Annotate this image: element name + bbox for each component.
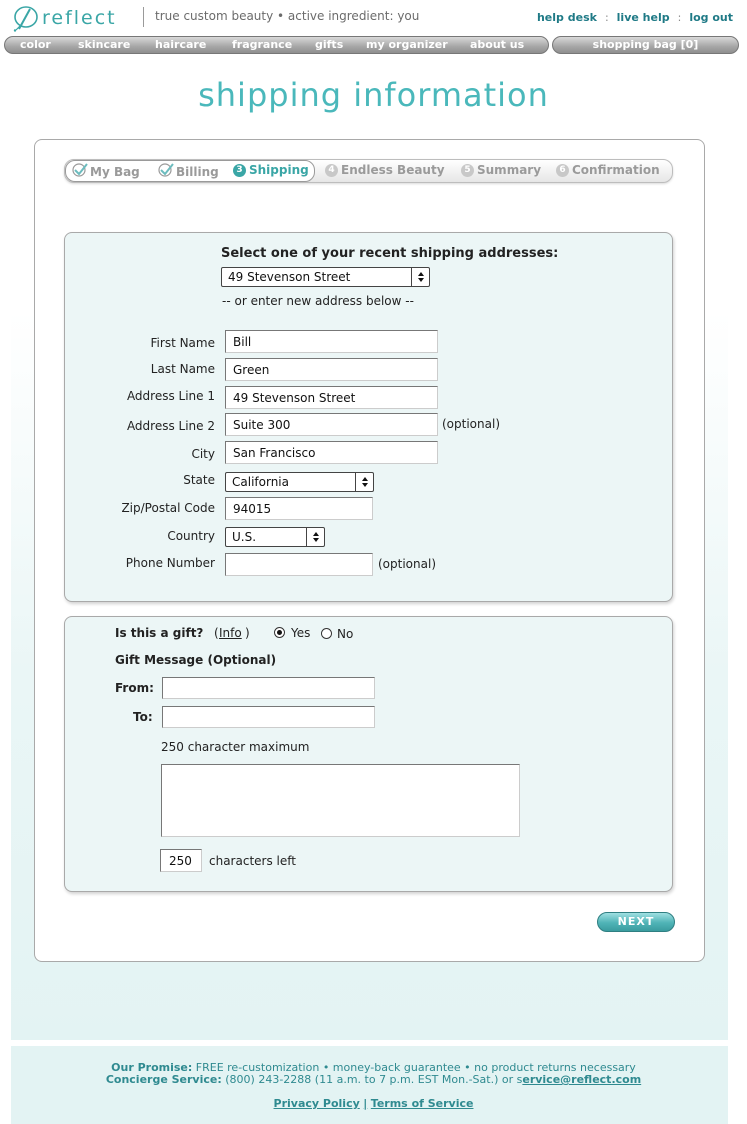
link-separator: : xyxy=(677,11,682,24)
step-label: Shipping xyxy=(249,163,309,177)
terms-of-service-link[interactable]: Terms of Service xyxy=(371,1097,474,1110)
step-my-bag[interactable]: My Bag xyxy=(72,163,140,180)
gift-to-label: To: xyxy=(133,710,153,724)
gift-from-input[interactable] xyxy=(162,677,375,699)
select-arrows-icon xyxy=(355,473,373,491)
nav-about-us[interactable]: about us xyxy=(470,38,524,51)
concierge-line: Concierge Service: (800) 243-2288 (11 a.… xyxy=(0,1073,747,1086)
address-line-2-input[interactable]: Suite 300 xyxy=(225,413,438,436)
address-line-1-label: Address Line 1 xyxy=(126,389,215,403)
step-billing[interactable]: Billing xyxy=(158,163,219,180)
last-name-input[interactable]: Green xyxy=(225,358,438,381)
country-select[interactable]: U.S. xyxy=(225,527,325,547)
log-out-link[interactable]: log out xyxy=(689,11,733,24)
phone-label: Phone Number xyxy=(125,556,215,570)
header-divider xyxy=(143,7,144,27)
live-help-link[interactable]: live help xyxy=(617,11,670,24)
last-name-label: Last Name xyxy=(150,362,215,376)
step-number: 3 xyxy=(233,163,246,177)
address-line-2-optional: (optional) xyxy=(442,417,500,431)
city-input[interactable]: San Francisco xyxy=(225,441,438,464)
logo-swirl-icon xyxy=(10,4,40,32)
help-desk-link[interactable]: help desk xyxy=(537,11,597,24)
nav-fragrance[interactable]: fragrance xyxy=(232,38,292,51)
zip-input[interactable]: 94015 xyxy=(225,497,373,520)
step-confirmation: 6 Confirmation xyxy=(556,163,660,177)
next-button[interactable]: NEXT xyxy=(597,912,675,932)
address-line-1-input[interactable]: 49 Stevenson Street xyxy=(225,386,438,409)
step-summary: 5 Summary xyxy=(461,163,541,177)
step-number: 6 xyxy=(556,163,569,177)
step-label: Confirmation xyxy=(572,163,660,177)
nav-haircare[interactable]: haircare xyxy=(155,38,206,51)
select-arrows-icon xyxy=(411,268,429,286)
first-name-label: First Name xyxy=(150,336,215,350)
nav-gifts[interactable]: gifts xyxy=(315,38,343,51)
step-label: Summary xyxy=(477,163,542,177)
first-name-input[interactable]: Bill xyxy=(225,330,438,353)
recent-address-prompt: Select one of your recent shipping addre… xyxy=(221,246,559,261)
state-value: California xyxy=(232,475,289,489)
gift-max-note: 250 character maximum xyxy=(161,740,310,754)
logo-text: reflect xyxy=(42,7,117,29)
utility-links: help desk : live help : log out xyxy=(537,11,733,24)
recent-address-select[interactable]: 49 Stevenson Street xyxy=(221,267,430,287)
characters-left-label: characters left xyxy=(209,854,296,868)
step-number: 4 xyxy=(325,163,338,177)
step-label: Endless Beauty xyxy=(341,163,445,177)
country-label: Country xyxy=(167,529,215,543)
gift-yes-label: Yes xyxy=(291,626,311,640)
country-value: U.S. xyxy=(232,530,257,544)
nav-my-organizer[interactable]: my organizer xyxy=(366,38,448,51)
gift-yes-radio[interactable] xyxy=(274,627,285,638)
step-label: My Bag xyxy=(90,164,140,179)
legal-links: Privacy Policy | Terms of Service xyxy=(0,1097,747,1110)
check-icon xyxy=(158,163,174,180)
gift-message-textarea[interactable] xyxy=(161,764,520,837)
service-email-link[interactable]: ervice@reflect.com xyxy=(522,1073,641,1086)
or-enter-new-text: -- or enter new address below -- xyxy=(222,294,414,308)
shopping-bag-button[interactable]: shopping bag [0] xyxy=(552,36,739,54)
gift-message-heading: Gift Message (Optional) xyxy=(115,653,277,667)
privacy-policy-link[interactable]: Privacy Policy xyxy=(274,1097,360,1110)
gift-to-input[interactable] xyxy=(162,706,375,728)
phone-optional: (optional) xyxy=(378,557,436,571)
recent-address-value: 49 Stevenson Street xyxy=(228,270,351,284)
gift-no-radio[interactable] xyxy=(321,628,332,639)
concierge-text: (800) 243-2288 (11 a.m. to 7 p.m. EST Mo… xyxy=(225,1073,523,1086)
step-label: Billing xyxy=(176,164,219,179)
step-endless-beauty: 4 Endless Beauty xyxy=(325,163,445,177)
state-select[interactable]: California xyxy=(225,472,374,492)
state-label: State xyxy=(183,473,215,487)
page-title: shipping information xyxy=(198,76,549,114)
city-label: City xyxy=(191,447,215,461)
reflect-logo[interactable]: reflect xyxy=(10,4,117,32)
step-shipping: 3 Shipping xyxy=(233,163,309,177)
select-arrows-icon xyxy=(306,528,324,546)
legal-divider: | xyxy=(363,1097,368,1110)
tagline: true custom beauty • active ingredient: … xyxy=(155,9,420,23)
nav-color[interactable]: color xyxy=(20,38,51,51)
nav-skincare[interactable]: skincare xyxy=(78,38,130,51)
address-line-2-label: Address Line 2 xyxy=(126,419,215,433)
info-paren-open: ( xyxy=(214,626,219,640)
characters-left-count: 250 xyxy=(160,849,202,872)
phone-input[interactable] xyxy=(225,553,373,576)
gift-info-link[interactable]: Info xyxy=(219,626,242,640)
gift-from-label: From: xyxy=(115,681,154,695)
gift-question: Is this a gift? xyxy=(115,626,204,640)
main-nav: color skincare haircare fragrance gifts … xyxy=(4,36,549,54)
concierge-label: Concierge Service: xyxy=(105,1073,222,1086)
step-number: 5 xyxy=(461,163,474,177)
link-separator: : xyxy=(604,11,609,24)
info-paren-close: ) xyxy=(245,626,250,640)
zip-label: Zip/Postal Code xyxy=(121,501,215,515)
gift-no-label: No xyxy=(337,627,354,641)
check-icon xyxy=(72,163,88,180)
